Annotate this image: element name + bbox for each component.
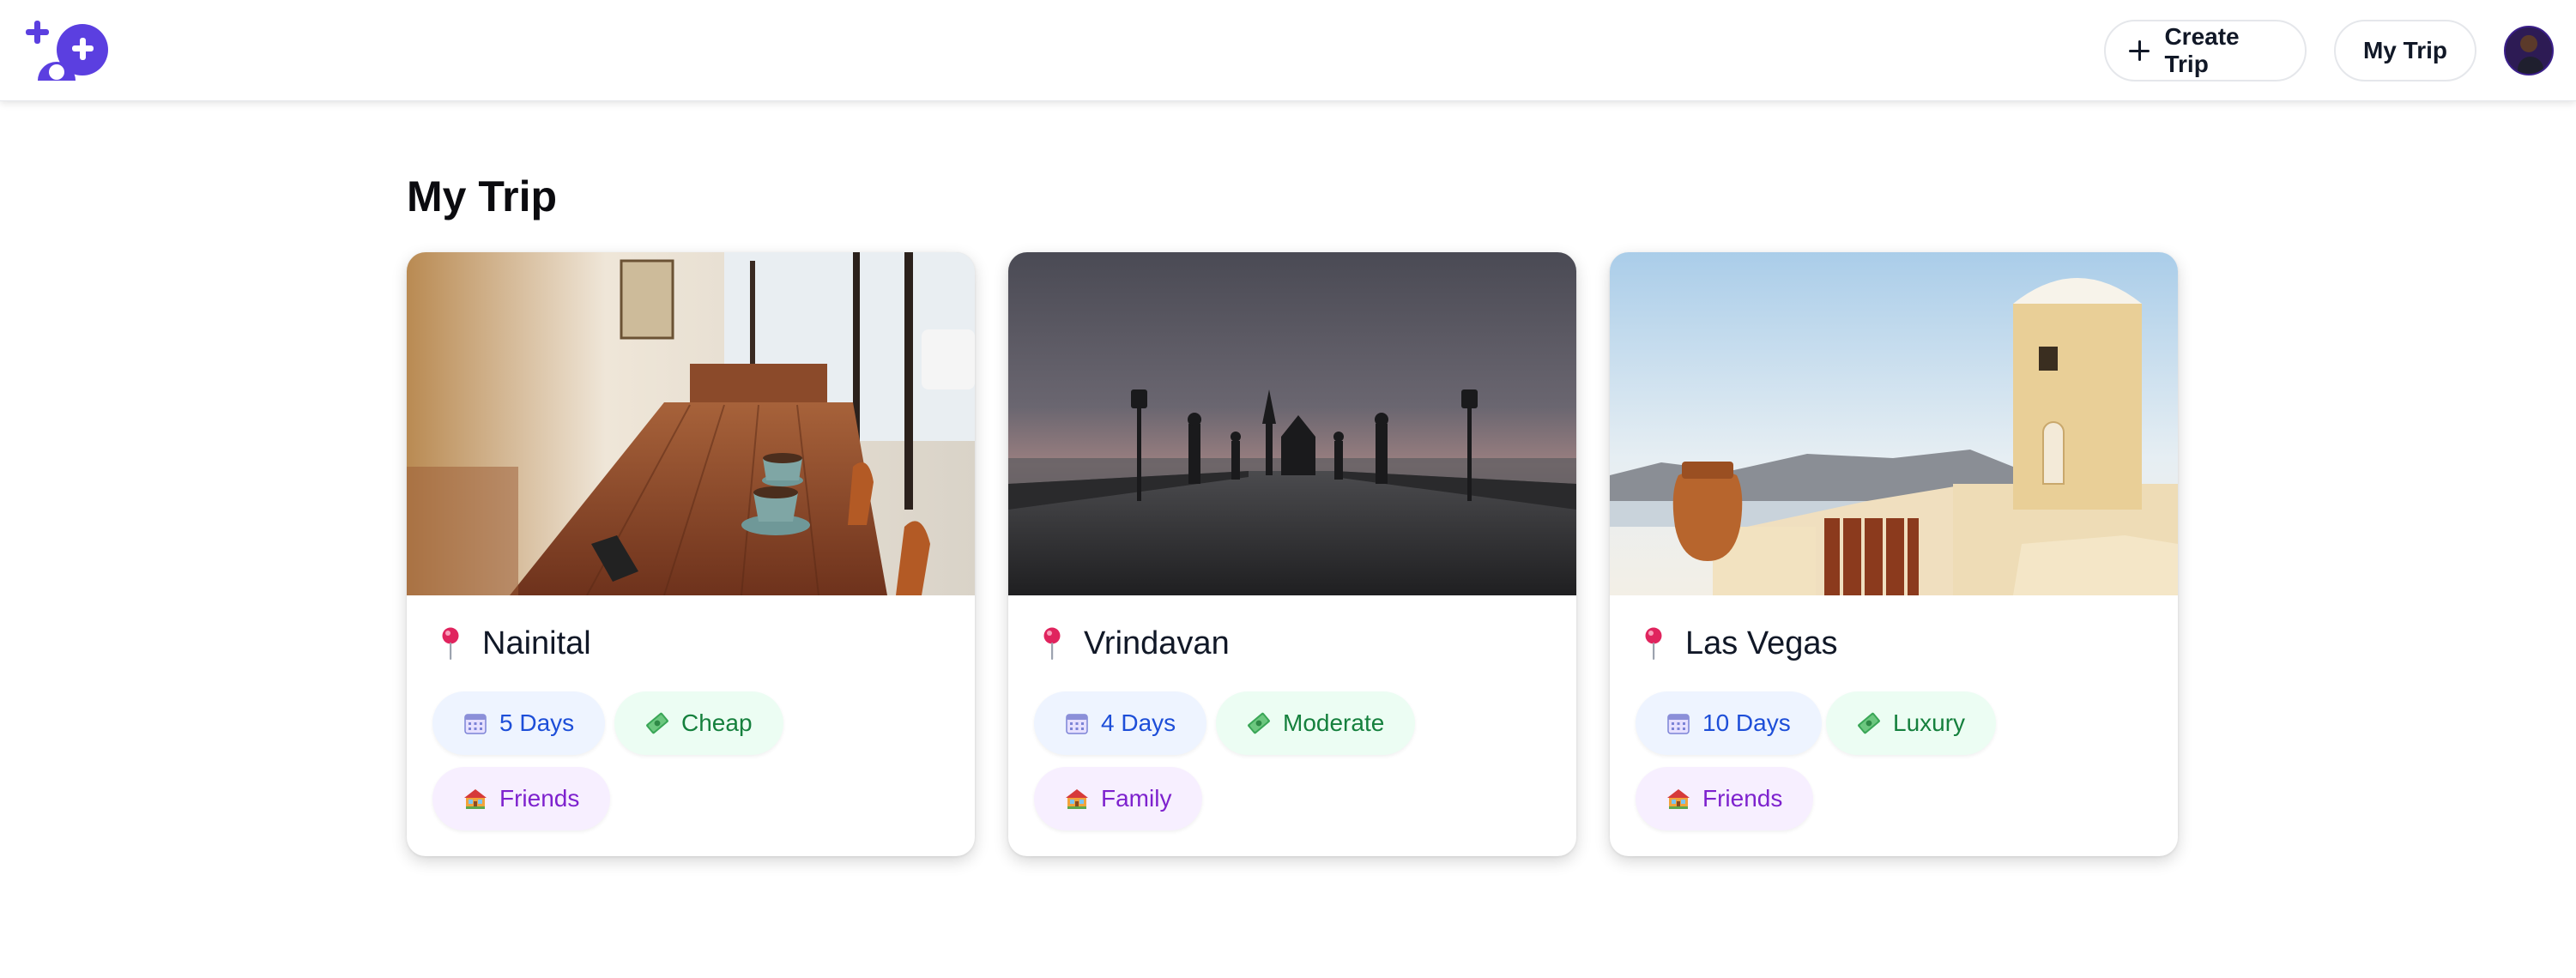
user-avatar[interactable]: [2504, 26, 2554, 75]
days-chip: 5 Days: [432, 691, 606, 755]
house-icon: [463, 787, 487, 811]
money-icon: [1857, 711, 1881, 735]
header-actions: Create Trip My Trip: [2104, 19, 2554, 82]
budget-chip: Luxury: [1826, 691, 1997, 755]
top-navbar: Create Trip My Trip: [0, 0, 2576, 101]
brand-logo-icon[interactable]: [26, 21, 113, 81]
days-label: 5 Days: [499, 709, 575, 736]
create-trip-label: Create Trip: [2164, 23, 2240, 77]
days-label: 4 Days: [1101, 709, 1176, 736]
trip-title-row: Vrindavan: [1043, 619, 1230, 667]
pin-icon: [441, 626, 460, 661]
travelers-chip: Family: [1034, 767, 1203, 830]
money-icon: [1247, 711, 1271, 735]
trip-title-row: Nainital: [441, 619, 591, 667]
trip-destination: Nainital: [482, 625, 591, 661]
pin-icon: [1043, 626, 1061, 661]
budget-label: Moderate: [1283, 709, 1385, 736]
days-chip: 4 Days: [1034, 691, 1207, 755]
budget-label: Cheap: [681, 709, 753, 736]
house-icon: [1666, 787, 1690, 811]
trip-title-row: Las Vegas: [1644, 619, 1837, 667]
create-trip-button[interactable]: Create Trip: [2104, 20, 2307, 82]
travelers-chip: Friends: [432, 767, 611, 830]
travelers-chip: Friends: [1636, 767, 1814, 830]
plus-icon: [2128, 39, 2150, 62]
trip-destination: Las Vegas: [1685, 625, 1838, 661]
calendar-icon: [1666, 711, 1690, 735]
page-title: My Trip: [407, 172, 558, 220]
trip-card[interactable]: Las Vegas 10 Days Luxury Friends: [1610, 252, 2178, 856]
budget-chip: Moderate: [1216, 691, 1416, 755]
travelers-label: Friends: [1702, 785, 1783, 812]
trip-cover-image: [407, 252, 975, 595]
calendar-icon: [1065, 711, 1089, 735]
pin-icon: [1644, 626, 1663, 661]
budget-label: Luxury: [1893, 709, 1966, 736]
house-icon: [1065, 787, 1089, 811]
calendar-icon: [463, 711, 487, 735]
trip-card[interactable]: Nainital 5 Days Cheap Friends: [407, 252, 975, 856]
budget-chip: Cheap: [614, 691, 783, 755]
days-chip: 10 Days: [1636, 691, 1822, 755]
my-trip-button[interactable]: My Trip: [2334, 20, 2476, 82]
travelers-label: Friends: [499, 785, 580, 812]
money-icon: [645, 711, 669, 735]
travelers-label: Family: [1101, 785, 1172, 812]
days-label: 10 Days: [1702, 709, 1791, 736]
my-trip-label: My Trip: [2362, 37, 2447, 63]
trip-card[interactable]: Vrindavan 4 Days Moderate Family: [1008, 252, 1576, 856]
trip-destination: Vrindavan: [1084, 625, 1230, 661]
trip-cover-image: [1008, 252, 1576, 595]
trip-cover-image: [1610, 252, 2178, 595]
